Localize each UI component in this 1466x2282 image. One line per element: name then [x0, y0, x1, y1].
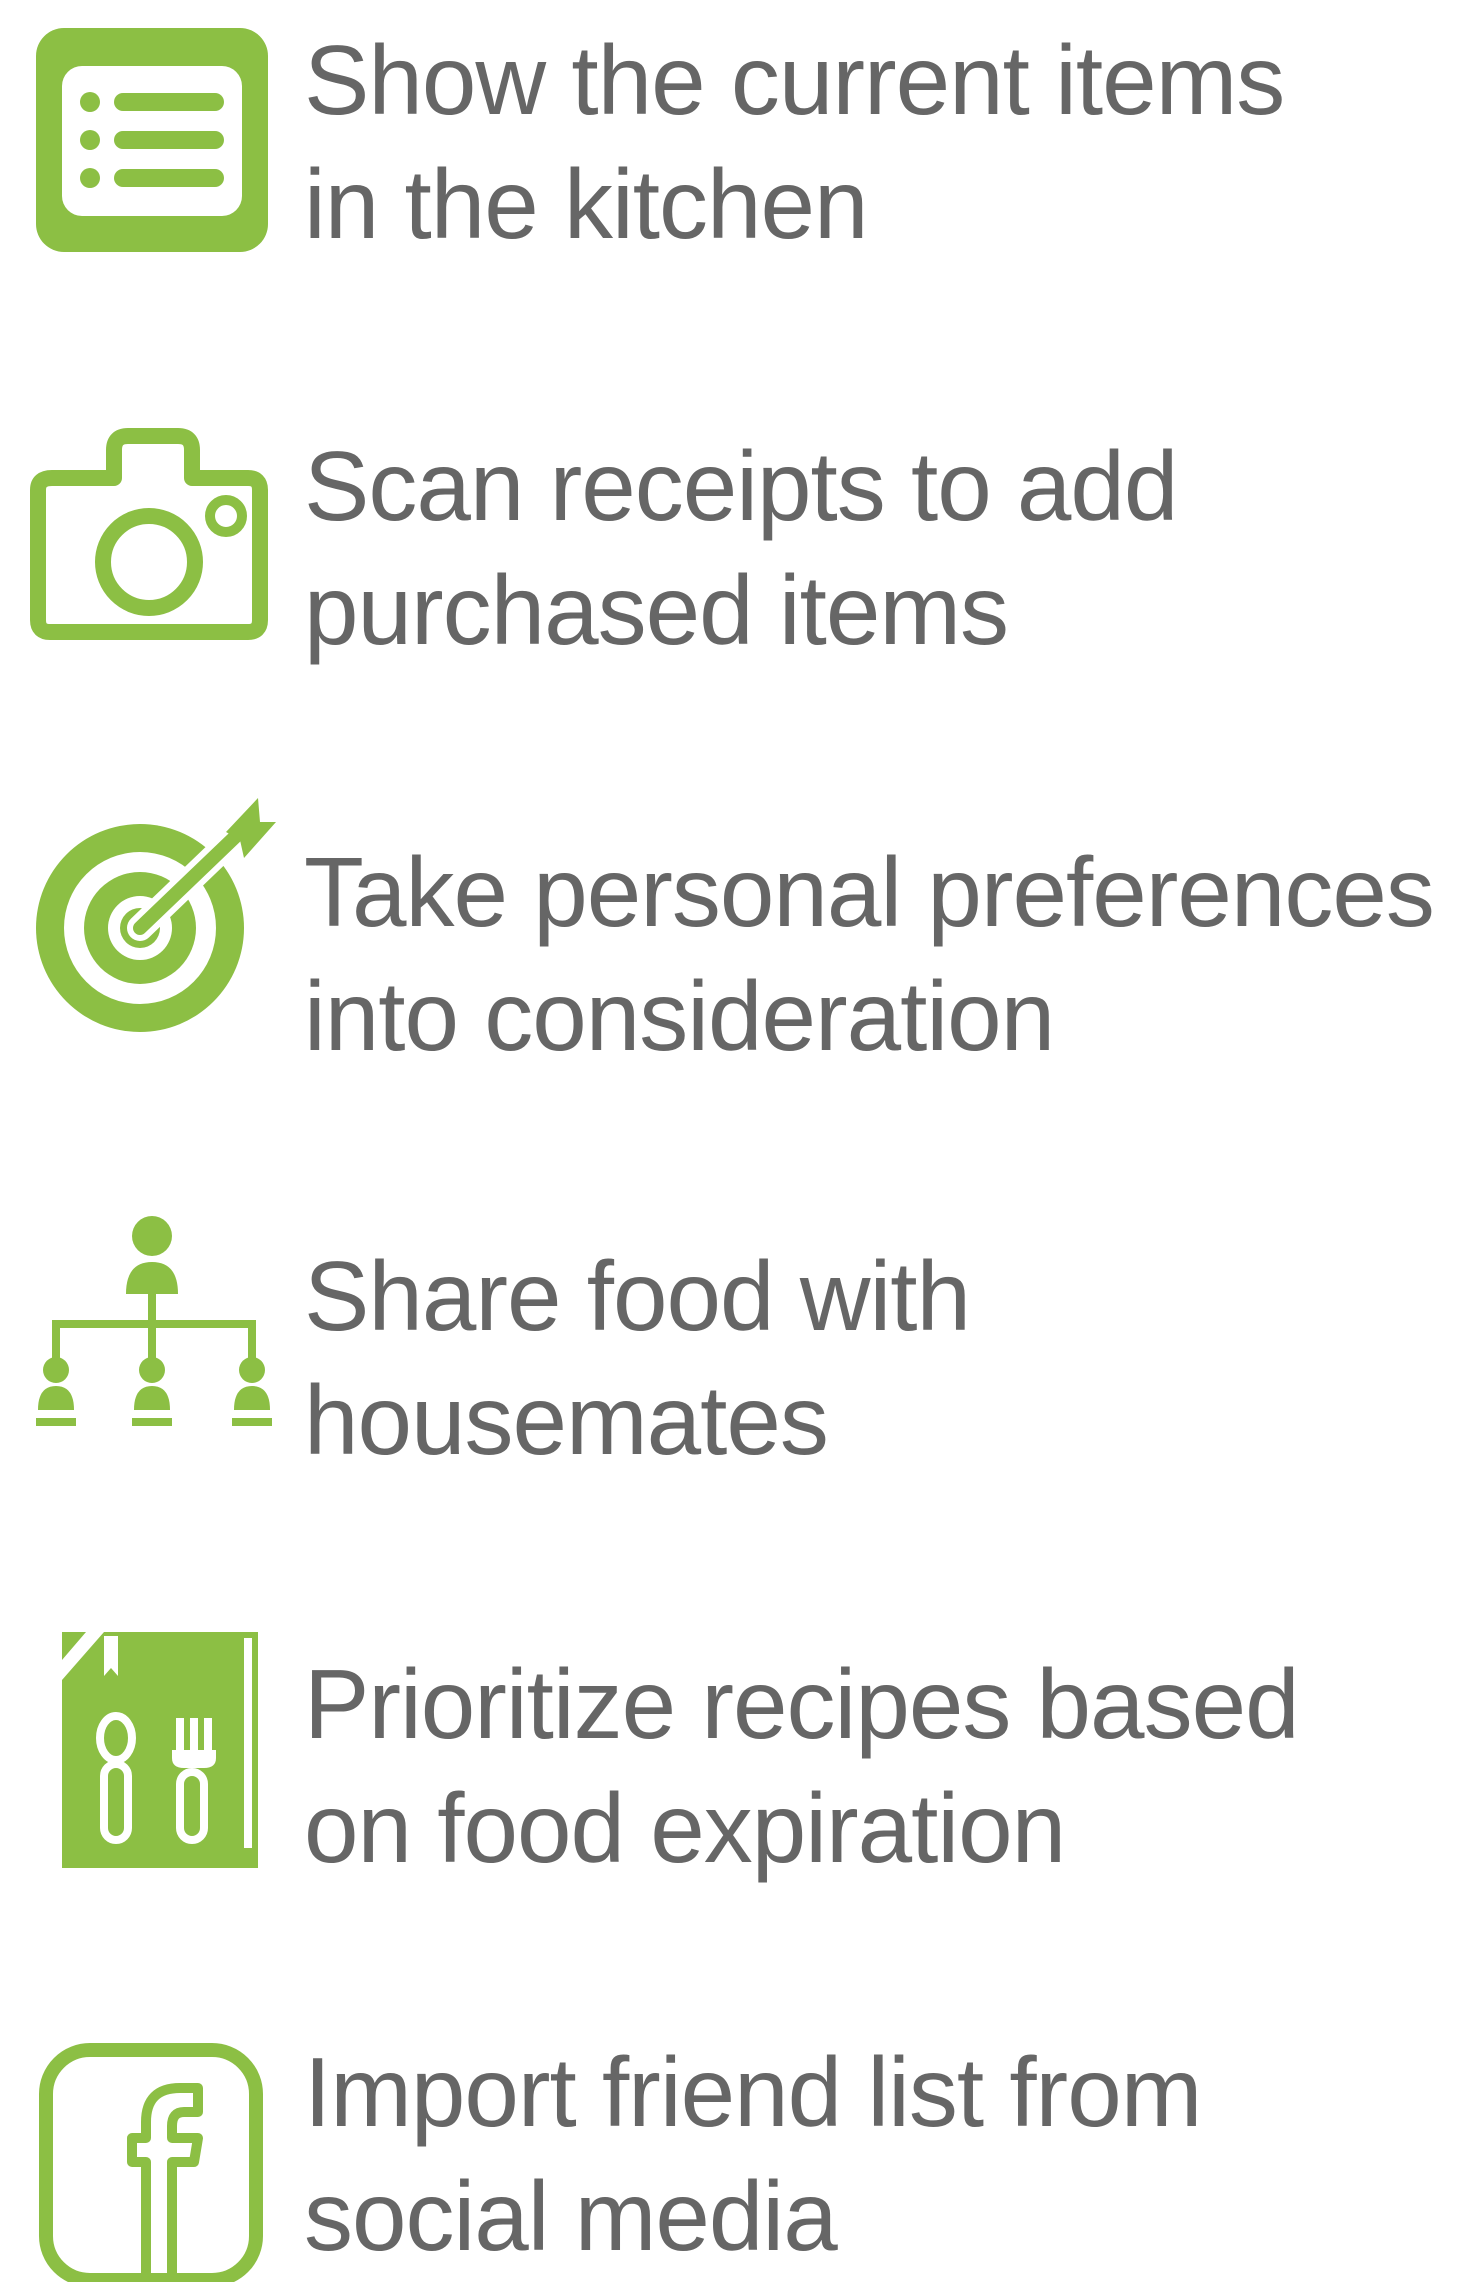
feature-text: Scan receipts to add purchased items: [304, 424, 1444, 672]
feature-text: Prioritize recipes based on food expirat…: [304, 1642, 1444, 1890]
feature-prioritize-recipes: Prioritize recipes based on food expirat…: [0, 1622, 1466, 1912]
feature-line-1: Import friend list from: [304, 2037, 1202, 2147]
feature-preferences: Take personal preferences into considera…: [0, 788, 1466, 1078]
feature-text: Show the current items in the kitchen: [304, 18, 1444, 266]
feature-line-2: housemates: [304, 1365, 829, 1475]
feature-line-2: on food expiration: [304, 1773, 1066, 1883]
feature-line-2: in the kitchen: [304, 149, 868, 259]
feature-line-2: social media: [304, 2161, 838, 2271]
facebook-icon: [38, 2042, 264, 2282]
feature-show-items: Show the current items in the kitchen: [0, 10, 1466, 300]
target-icon: [22, 792, 276, 1038]
camera-icon: [28, 424, 270, 646]
feature-line-1: Scan receipts to add: [304, 431, 1178, 541]
feature-line-1: Prioritize recipes based: [304, 1649, 1300, 1759]
feature-import-friends: Import friend list from social media: [0, 2030, 1466, 2282]
sharing-network-icon: [30, 1210, 278, 1438]
feature-text: Import friend list from social media: [304, 2030, 1444, 2278]
feature-share-food: Share food with housemates: [0, 1206, 1466, 1496]
feature-line-1: Show the current items: [304, 25, 1285, 135]
feature-line-2: purchased items: [304, 555, 1009, 665]
feature-line-1: Take personal preferences: [304, 837, 1435, 947]
feature-text: Share food with housemates: [304, 1234, 1444, 1482]
feature-scan-receipts: Scan receipts to add purchased items: [0, 412, 1466, 702]
feature-line-1: Share food with: [304, 1241, 971, 1351]
feature-text: Take personal preferences into considera…: [304, 830, 1444, 1078]
list-icon: [36, 28, 268, 252]
feature-line-2: into consideration: [304, 961, 1055, 1071]
recipe-book-icon: [62, 1632, 264, 1868]
